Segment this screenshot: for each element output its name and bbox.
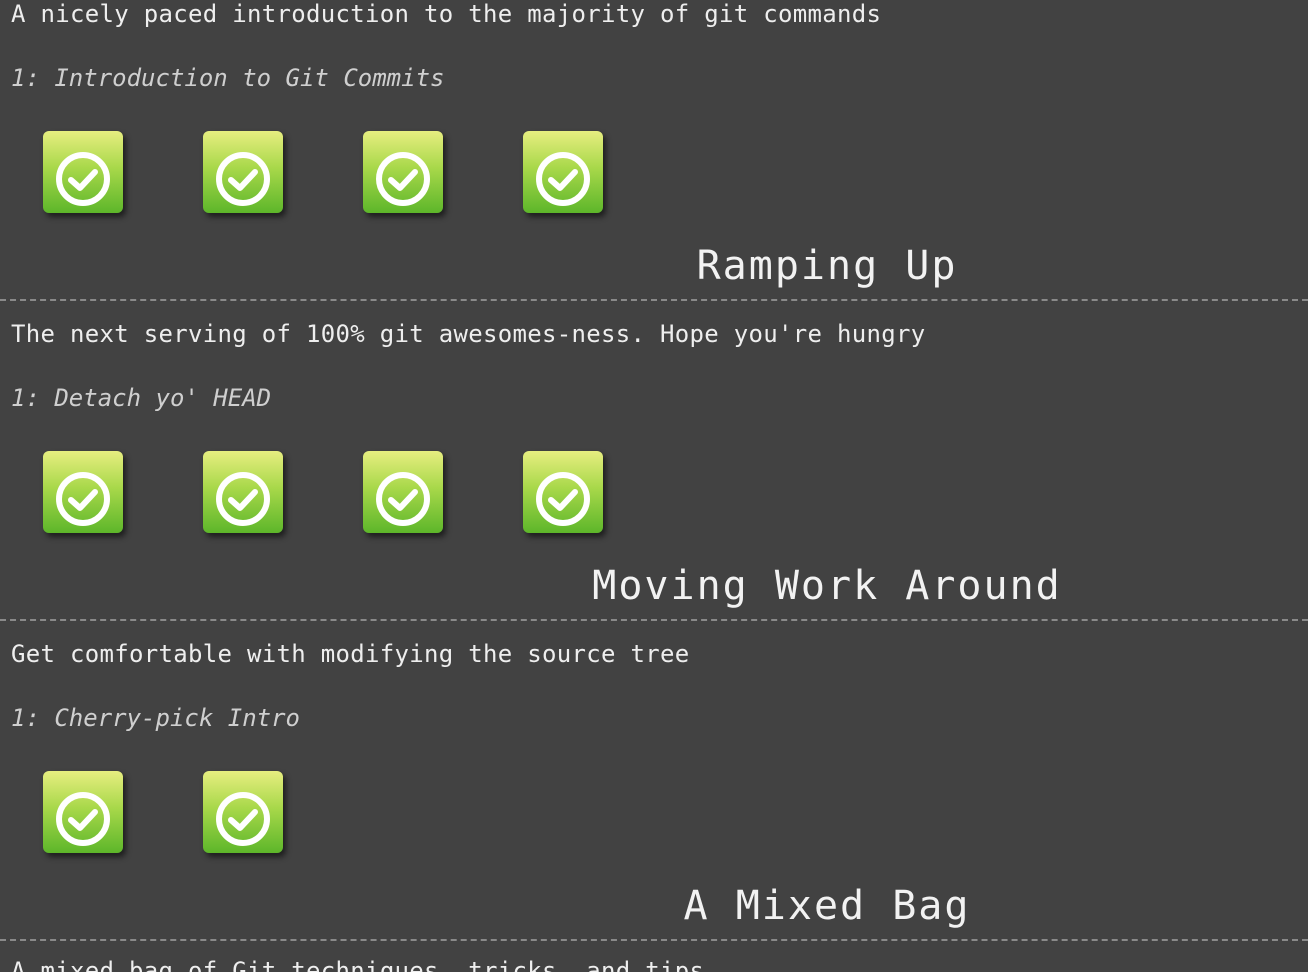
level-button-solved[interactable] [363, 131, 443, 213]
selected-level-name: 1: Cherry-pick Intro [11, 704, 300, 732]
sequence-description: The next serving of 100% git awesomes-ne… [11, 320, 926, 348]
level-select-page: A nicely paced introduction to the major… [0, 0, 1308, 972]
section-divider [0, 939, 1308, 941]
level-button-solved[interactable] [363, 451, 443, 533]
sequence-description: Get comfortable with modifying the sourc… [11, 640, 690, 668]
level-button-solved[interactable] [523, 451, 603, 533]
section-divider [0, 299, 1308, 301]
sequence-description: A nicely paced introduction to the major… [11, 0, 882, 28]
sequence-title: Ramping Up [696, 243, 958, 289]
level-button-solved[interactable] [43, 451, 123, 533]
sequence-title: A Mixed Bag [683, 883, 971, 929]
level-button-solved[interactable] [203, 771, 283, 853]
level-button-solved[interactable] [523, 131, 603, 213]
section-divider [0, 619, 1308, 621]
level-button-solved[interactable] [43, 771, 123, 853]
selected-level-name: 1: Introduction to Git Commits [11, 64, 445, 92]
sequence-description: A mixed bag of Git techniques, tricks, a… [11, 957, 705, 972]
level-button-solved[interactable] [203, 451, 283, 533]
sequence-title: Moving Work Around [592, 563, 1062, 609]
level-button-solved[interactable] [43, 131, 123, 213]
selected-level-name: 1: Detach yo' HEAD [11, 384, 272, 412]
level-button-solved[interactable] [203, 131, 283, 213]
